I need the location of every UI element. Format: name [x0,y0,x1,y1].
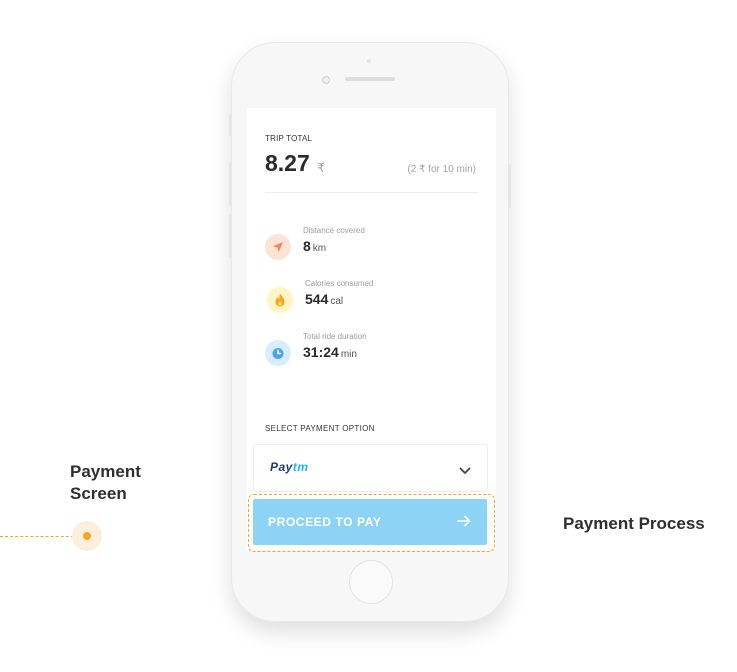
phone-mute-switch [229,114,232,136]
rate-info: (2 ₹ for 10 min) [407,164,476,175]
stat-distance: Distance covered 8 km [265,226,465,266]
annotation-marker-dot [83,532,91,540]
stat-duration: Total ride duration 31:24 min [265,332,465,372]
stat-value: 544 cal [305,291,344,307]
stat-value: 31:24 min [303,344,357,360]
arrow-right-icon [457,514,471,532]
stat-label: Calories consumed [305,279,374,288]
phone-power-button [508,164,511,208]
payment-screen: TRIP TOTAL 8.27 ₹ (2 ₹ for 10 min) Dista… [247,108,496,552]
stat-label: Total ride duration [303,332,367,341]
annotation-line-2: Screen [70,484,127,503]
phone-speaker [345,77,395,81]
payment-screen-annotation: Payment Screen [70,461,141,505]
trip-total-amount: 8.27 [265,150,310,176]
stat-unit: km [312,243,327,254]
chevron-down-icon [459,462,471,480]
stat-label: Distance covered [303,226,365,235]
trip-total-label: TRIP TOTAL [265,134,313,143]
payment-process-annotation: Payment Process [563,514,705,533]
stat-unit: min [340,349,357,360]
flame-icon [267,287,293,313]
stat-value: 8 km [303,238,327,254]
phone-home-button [349,560,393,604]
phone-volume-up [229,162,232,206]
currency-symbol: ₹ [317,161,325,175]
payment-option-select[interactable]: Paytm [253,444,488,492]
phone-volume-down [229,214,232,258]
phone-camera [322,76,330,84]
proceed-to-pay-label: PROCEED TO PAY [268,515,382,529]
stat-unit: cal [330,296,344,307]
payment-option-label: SELECT PAYMENT OPTION [265,424,375,433]
stopwatch-icon [265,340,291,366]
divider [265,192,478,193]
navigation-arrow-icon [265,234,291,260]
phone-sensor [367,59,371,63]
paytm-logo: Paytm [270,460,309,474]
phone-mockup: TRIP TOTAL 8.27 ₹ (2 ₹ for 10 min) Dista… [229,42,511,622]
annotation-line-1: Payment [70,462,141,481]
proceed-to-pay-button[interactable]: PROCEED TO PAY [253,499,487,545]
stat-calories: Calories consumed 544 cal [267,279,467,319]
